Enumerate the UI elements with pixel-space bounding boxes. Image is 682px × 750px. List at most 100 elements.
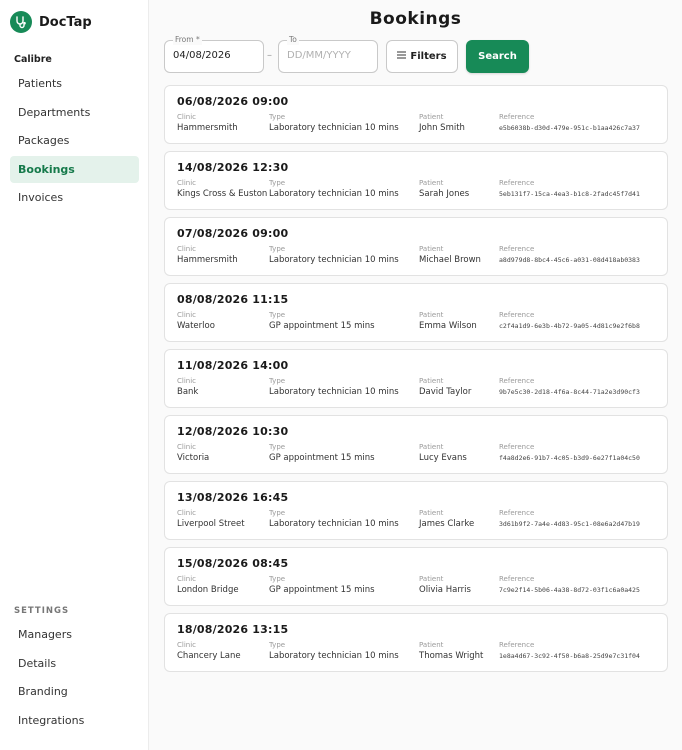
reference-value: a8d979d8-8bc4-45c6-a031-08d418ab0383 bbox=[499, 256, 640, 264]
sidebar-item-details[interactable]: Details bbox=[10, 650, 139, 677]
sidebar-item-bookings[interactable]: Bookings bbox=[10, 155, 139, 183]
date-range-separator: – bbox=[267, 50, 272, 61]
booking-type: Type Laboratory technician 10 mins bbox=[269, 112, 399, 135]
sidebar: DocTap Calibre Patients Departments Pack… bbox=[0, 0, 149, 750]
from-date-field: From * bbox=[164, 35, 264, 73]
reference-label: Reference bbox=[499, 575, 535, 583]
patient-label: Patient bbox=[419, 575, 444, 583]
patient-label: Patient bbox=[419, 113, 444, 121]
page-title: Bookings bbox=[369, 9, 462, 29]
clinic-label: Clinic bbox=[177, 179, 197, 187]
clinic-label: Clinic bbox=[177, 377, 197, 385]
booking-clinic: Clinic Victoria bbox=[177, 442, 209, 465]
clinic-label: Clinic bbox=[177, 575, 197, 583]
reference-value: f4a8d2e6-91b7-4c05-b3d9-6e27f1a04c50 bbox=[499, 454, 640, 462]
clinic-value: Hammersmith bbox=[177, 255, 238, 265]
patient-label: Patient bbox=[419, 509, 444, 517]
booking-datetime: 14/08/2026 12:30 bbox=[177, 161, 289, 174]
type-label: Type bbox=[269, 377, 286, 385]
from-date-input[interactable] bbox=[173, 50, 259, 61]
to-date-input[interactable] bbox=[287, 50, 373, 61]
type-label: Type bbox=[269, 509, 286, 517]
type-value: Laboratory technician 10 mins bbox=[269, 651, 399, 661]
booking-card[interactable]: 15/08/2026 08:45 Clinic London Bridge Ty… bbox=[164, 547, 668, 606]
filter-lines-icon bbox=[397, 51, 407, 62]
patient-value: Sarah Jones bbox=[419, 189, 470, 199]
booking-card[interactable]: 06/08/2026 09:00 Clinic Hammersmith Type… bbox=[164, 85, 668, 144]
booking-card[interactable]: 12/08/2026 10:30 Clinic Victoria Type GP… bbox=[164, 415, 668, 474]
type-value: Laboratory technician 10 mins bbox=[269, 123, 399, 133]
booking-type: Type Laboratory technician 10 mins bbox=[269, 376, 399, 399]
search-button[interactable]: Search bbox=[466, 40, 529, 73]
clinic-value: Bank bbox=[177, 387, 199, 397]
clinic-value: Waterloo bbox=[177, 321, 215, 331]
clinic-value: London Bridge bbox=[177, 585, 239, 595]
reference-label: Reference bbox=[499, 509, 535, 517]
patient-value: Thomas Wright bbox=[419, 651, 484, 661]
booking-card[interactable]: 08/08/2026 11:15 Clinic Waterloo Type GP… bbox=[164, 283, 668, 342]
clinic-label: Clinic bbox=[177, 113, 197, 121]
patient-value: John Smith bbox=[419, 123, 465, 133]
clinic-label: Clinic bbox=[177, 509, 197, 517]
patient-value: Emma Wilson bbox=[419, 321, 477, 331]
stethoscope-icon bbox=[10, 11, 32, 33]
booking-card[interactable]: 13/08/2026 16:45 Clinic Liverpool Street… bbox=[164, 481, 668, 540]
reference-value: 1e8a4d67-3c92-4f50-b6a8-25d9e7c31f04 bbox=[499, 652, 640, 660]
reference-label: Reference bbox=[499, 377, 535, 385]
reference-value: e5b6038b-d30d-479e-951c-b1aa426c7a37 bbox=[499, 124, 640, 132]
sidebar-item-departments[interactable]: Departments bbox=[10, 99, 139, 126]
type-value: Laboratory technician 10 mins bbox=[269, 519, 399, 529]
brand-name: DocTap bbox=[39, 14, 92, 30]
clinic-value: Kings Cross & Euston bbox=[177, 189, 268, 199]
booking-reference: Reference e5b6038b-d30d-479e-951c-b1aa42… bbox=[499, 112, 640, 135]
booking-card[interactable]: 07/08/2026 09:00 Clinic Hammersmith Type… bbox=[164, 217, 668, 276]
type-label: Type bbox=[269, 575, 286, 583]
booking-reference: Reference a8d979d8-8bc4-45c6-a031-08d418… bbox=[499, 244, 640, 267]
booking-clinic: Clinic Chancery Lane bbox=[177, 640, 241, 663]
reference-value: c2f4a1d9-6e3b-4b72-9a05-4d81c9e2f6b8 bbox=[499, 322, 640, 330]
booking-patient: Patient John Smith bbox=[419, 112, 465, 135]
reference-value: 5eb131f7-15ca-4ea3-b1c8-2fadc45f7d41 bbox=[499, 190, 640, 198]
type-label: Type bbox=[269, 113, 286, 121]
sidebar-item-packages[interactable]: Packages bbox=[10, 127, 139, 154]
booking-clinic: Clinic Hammersmith bbox=[177, 244, 238, 267]
booking-reference: Reference c2f4a1d9-6e3b-4b72-9a05-4d81c9… bbox=[499, 310, 640, 333]
type-label: Type bbox=[269, 311, 286, 319]
booking-datetime: 18/08/2026 13:15 bbox=[177, 623, 289, 636]
sidebar-item-managers[interactable]: Managers bbox=[10, 621, 139, 648]
sidebar-item-integrations[interactable]: Integrations bbox=[10, 707, 139, 734]
patient-label: Patient bbox=[419, 179, 444, 187]
booking-datetime: 08/08/2026 11:15 bbox=[177, 293, 289, 306]
booking-patient: Patient Sarah Jones bbox=[419, 178, 469, 201]
from-date-label: From * bbox=[173, 35, 202, 45]
clinic-value: Liverpool Street bbox=[177, 519, 245, 529]
booking-datetime: 15/08/2026 08:45 bbox=[177, 557, 289, 570]
type-label: Type bbox=[269, 179, 286, 187]
clinic-label: Clinic bbox=[177, 443, 197, 451]
reference-label: Reference bbox=[499, 641, 535, 649]
brand[interactable]: DocTap bbox=[10, 11, 92, 33]
booking-clinic: Clinic Kings Cross & Euston bbox=[177, 178, 267, 201]
filters-button[interactable]: Filters bbox=[386, 40, 458, 73]
booking-card[interactable]: 11/08/2026 14:00 Clinic Bank Type Labora… bbox=[164, 349, 668, 408]
sidebar-item-patients[interactable]: Patients bbox=[10, 70, 139, 97]
clinic-label: Clinic bbox=[177, 641, 197, 649]
booking-card[interactable]: 18/08/2026 13:15 Clinic Chancery Lane Ty… bbox=[164, 613, 668, 672]
booking-card[interactable]: 14/08/2026 12:30 Clinic Kings Cross & Eu… bbox=[164, 151, 668, 210]
filters-button-label: Filters bbox=[410, 51, 447, 62]
type-value: GP appointment 15 mins bbox=[269, 321, 375, 331]
booking-datetime: 07/08/2026 09:00 bbox=[177, 227, 289, 240]
settings-section-label: SETTINGS bbox=[14, 606, 70, 616]
booking-datetime: 12/08/2026 10:30 bbox=[177, 425, 289, 438]
reference-label: Reference bbox=[499, 443, 535, 451]
to-date-label: To bbox=[287, 35, 299, 45]
booking-type: Type Laboratory technician 10 mins bbox=[269, 244, 399, 267]
sidebar-item-invoices[interactable]: Invoices bbox=[10, 184, 139, 211]
booking-type: Type GP appointment 15 mins bbox=[269, 442, 375, 465]
booking-reference: Reference 1e8a4d67-3c92-4f50-b6a8-25d9e7… bbox=[499, 640, 640, 663]
reference-label: Reference bbox=[499, 311, 535, 319]
to-date-field: To bbox=[278, 35, 378, 73]
patient-value: Olivia Harris bbox=[419, 585, 471, 595]
patient-label: Patient bbox=[419, 245, 444, 253]
sidebar-item-branding[interactable]: Branding bbox=[10, 678, 139, 705]
